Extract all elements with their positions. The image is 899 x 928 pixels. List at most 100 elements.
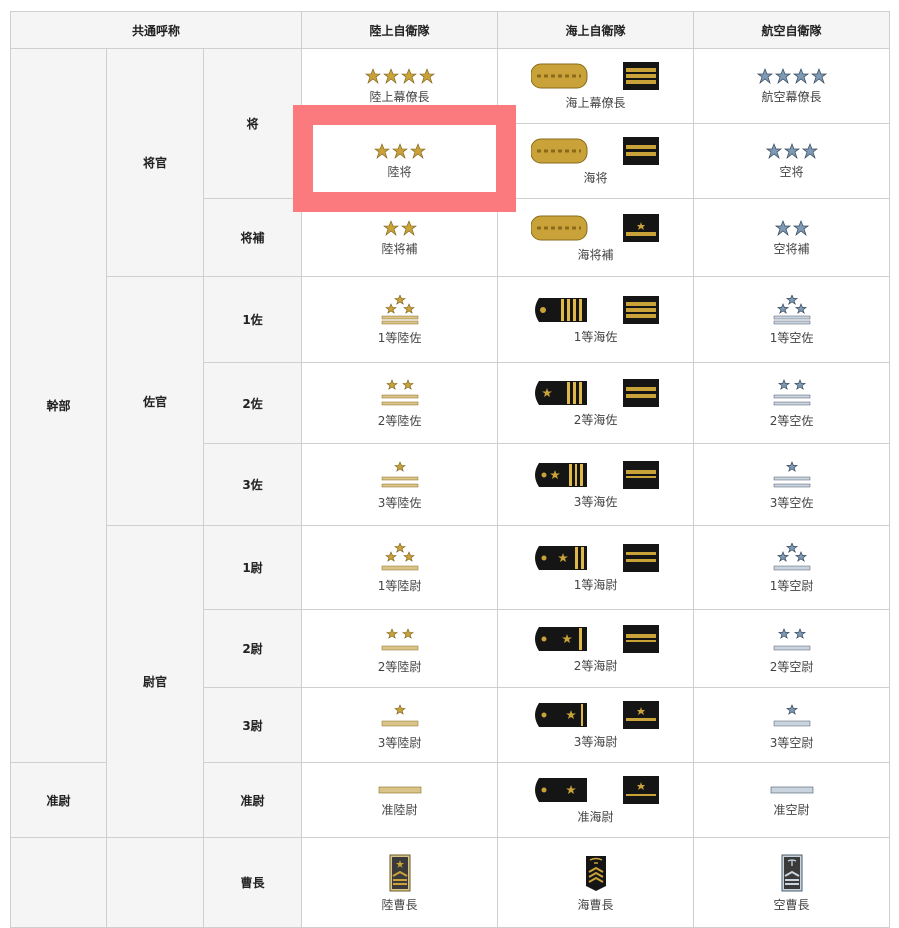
insignia-cell-asdf: 空将	[693, 123, 891, 199]
grade-label: 将	[202, 48, 303, 199]
rank-name: 陸将	[387, 165, 412, 179]
gold-stars-4-icon	[364, 68, 435, 84]
gold-stars-3-icon	[373, 143, 426, 159]
grade-label: 1佐	[202, 276, 303, 363]
insignia-cell-asdf: 3等空尉	[693, 687, 891, 763]
group-kanbu: 幹部	[10, 48, 107, 763]
gold-stars-bars-icon	[381, 379, 418, 406]
insignia-cell-msdf: 2等海尉	[497, 609, 695, 688]
insignia-cell-msdf: 海将補	[497, 198, 695, 277]
black-sleeve-badge-icon	[585, 855, 606, 891]
black-shoulder-board-icon	[534, 701, 659, 729]
insignia-cell-msdf: 海上幕僚長	[497, 48, 695, 124]
grade-label: 3尉	[202, 687, 303, 763]
silver-sleeve-badge-icon	[781, 854, 803, 891]
table-row: 尉官 1尉 1等陸尉 1等海尉 1等空尉	[11, 525, 891, 838]
rank-name: 陸上幕僚長	[369, 90, 430, 104]
gold-stars-bars-icon	[381, 294, 418, 324]
rank-name: 海将	[583, 171, 608, 185]
insignia-cell-msdf: 2等海佐	[497, 362, 695, 444]
rank-name: 3等陸佐	[377, 495, 422, 510]
rank-name: 海上幕僚長	[565, 96, 626, 110]
gold-stars-2-icon	[382, 219, 417, 236]
header-common: 共通呼称	[9, 11, 303, 49]
rank-name: 3等陸尉	[377, 736, 422, 750]
insignia-cell-gsdf: 2等陸佐	[301, 362, 499, 444]
gold-sleeve-badge-icon	[389, 854, 411, 891]
black-shoulder-board-icon	[534, 379, 659, 407]
insignia-cell-gsdf: 3等陸尉	[301, 687, 499, 763]
insignia-cell-asdf: 空曹長	[693, 837, 891, 928]
rank-name: 2等海佐	[573, 413, 618, 427]
rank-name: 陸将補	[381, 241, 418, 256]
gold-stars-bars-icon	[381, 460, 418, 487]
rank-name: 3等空佐	[769, 495, 814, 510]
rank-name: 准陸尉	[381, 803, 418, 817]
rank-name: 3等海尉	[573, 735, 618, 749]
grade-label: 1尉	[202, 525, 303, 610]
group-junni: 准尉	[10, 762, 107, 838]
rank-name: 2等陸佐	[377, 414, 422, 428]
silver-stars-3-icon	[765, 143, 818, 159]
insignia-cell-asdf: 2等空尉	[693, 609, 891, 688]
insignia-cell-gsdf: 陸将	[301, 123, 499, 199]
insignia-cell-gsdf: 1等陸佐	[301, 276, 499, 363]
rank-name: 准空尉	[773, 803, 810, 817]
rank-name: 1等海佐	[573, 329, 618, 344]
insignia-cell-gsdf: 2等陸尉	[301, 609, 499, 688]
black-shoulder-board-icon	[534, 624, 659, 653]
rank-name: 3等空尉	[769, 736, 814, 750]
insignia-cell-asdf: 航空幕僚長	[693, 48, 891, 124]
grade-label: 准尉	[202, 762, 303, 838]
rank-name: 1等陸佐	[377, 330, 422, 345]
rank-name: 海将補	[577, 247, 614, 262]
silver-bar-icon	[770, 786, 813, 794]
silver-stars-2-icon	[774, 219, 809, 236]
insignia-cell-gsdf: 1等陸尉	[301, 525, 499, 610]
rank-name: 3等海佐	[573, 494, 618, 509]
grade-label: 3佐	[202, 443, 303, 526]
insignia-cell-msdf: 1等海尉	[497, 525, 695, 610]
insignia-cell-gsdf: 陸曹長	[301, 837, 499, 928]
silver-stars-4-icon	[756, 68, 827, 84]
header-asdf: 航空自衛隊	[693, 11, 891, 49]
grade-label: 将補	[202, 198, 303, 277]
group-sakan: 佐官	[106, 276, 204, 526]
rank-name: 1等空佐	[769, 330, 814, 345]
rank-name: 2等空尉	[769, 659, 814, 674]
empty-cell	[10, 837, 107, 928]
gold-bar-icon	[378, 786, 421, 794]
rank-name: 准海尉	[577, 810, 614, 824]
silver-stars-bar-icon	[773, 627, 810, 650]
grade-label: 曹長	[202, 837, 303, 928]
rank-name: 空将補	[773, 241, 810, 256]
gold-shoulder-board-icon	[530, 137, 659, 165]
rank-name: 1等陸尉	[377, 578, 422, 593]
grade-label: 2尉	[202, 609, 303, 688]
insignia-cell-msdf: 准海尉	[497, 762, 695, 838]
insignia-cell-asdf: 准空尉	[693, 762, 891, 838]
silver-stars-bars-icon	[773, 460, 810, 487]
black-shoulder-board-icon	[534, 295, 659, 324]
gold-shoulder-board-icon	[530, 62, 659, 90]
header-msdf: 海上自衛隊	[497, 11, 695, 49]
rank-name: 空将	[779, 165, 804, 179]
insignia-cell-gsdf: 陸上幕僚長	[301, 48, 499, 124]
silver-stars-bar-icon	[773, 542, 810, 570]
insignia-cell-gsdf: 陸将補	[301, 198, 499, 277]
insignia-cell-msdf: 3等海尉	[497, 687, 695, 763]
silver-star-bar-icon	[773, 704, 810, 727]
insignia-cell-msdf: 1等海佐	[497, 276, 695, 363]
gold-stars-bar-icon	[381, 542, 418, 570]
insignia-cell-gsdf: 3等陸佐	[301, 443, 499, 526]
grade-label: 2佐	[202, 362, 303, 444]
table-row: 幹部 将官 将 陸上幕僚長 海上幕僚長 航空幕僚長	[10, 48, 891, 763]
black-shoulder-board-icon	[534, 460, 659, 489]
group-shokan: 将官	[106, 48, 204, 277]
group-ikan: 尉官	[106, 525, 204, 838]
insignia-cell-asdf: 空将補	[693, 198, 891, 277]
gold-star-bar-icon	[381, 704, 418, 727]
rank-name: 2等海尉	[573, 658, 618, 673]
header-gsdf: 陸上自衛隊	[301, 11, 499, 49]
rank-name: 陸曹長	[381, 897, 418, 912]
